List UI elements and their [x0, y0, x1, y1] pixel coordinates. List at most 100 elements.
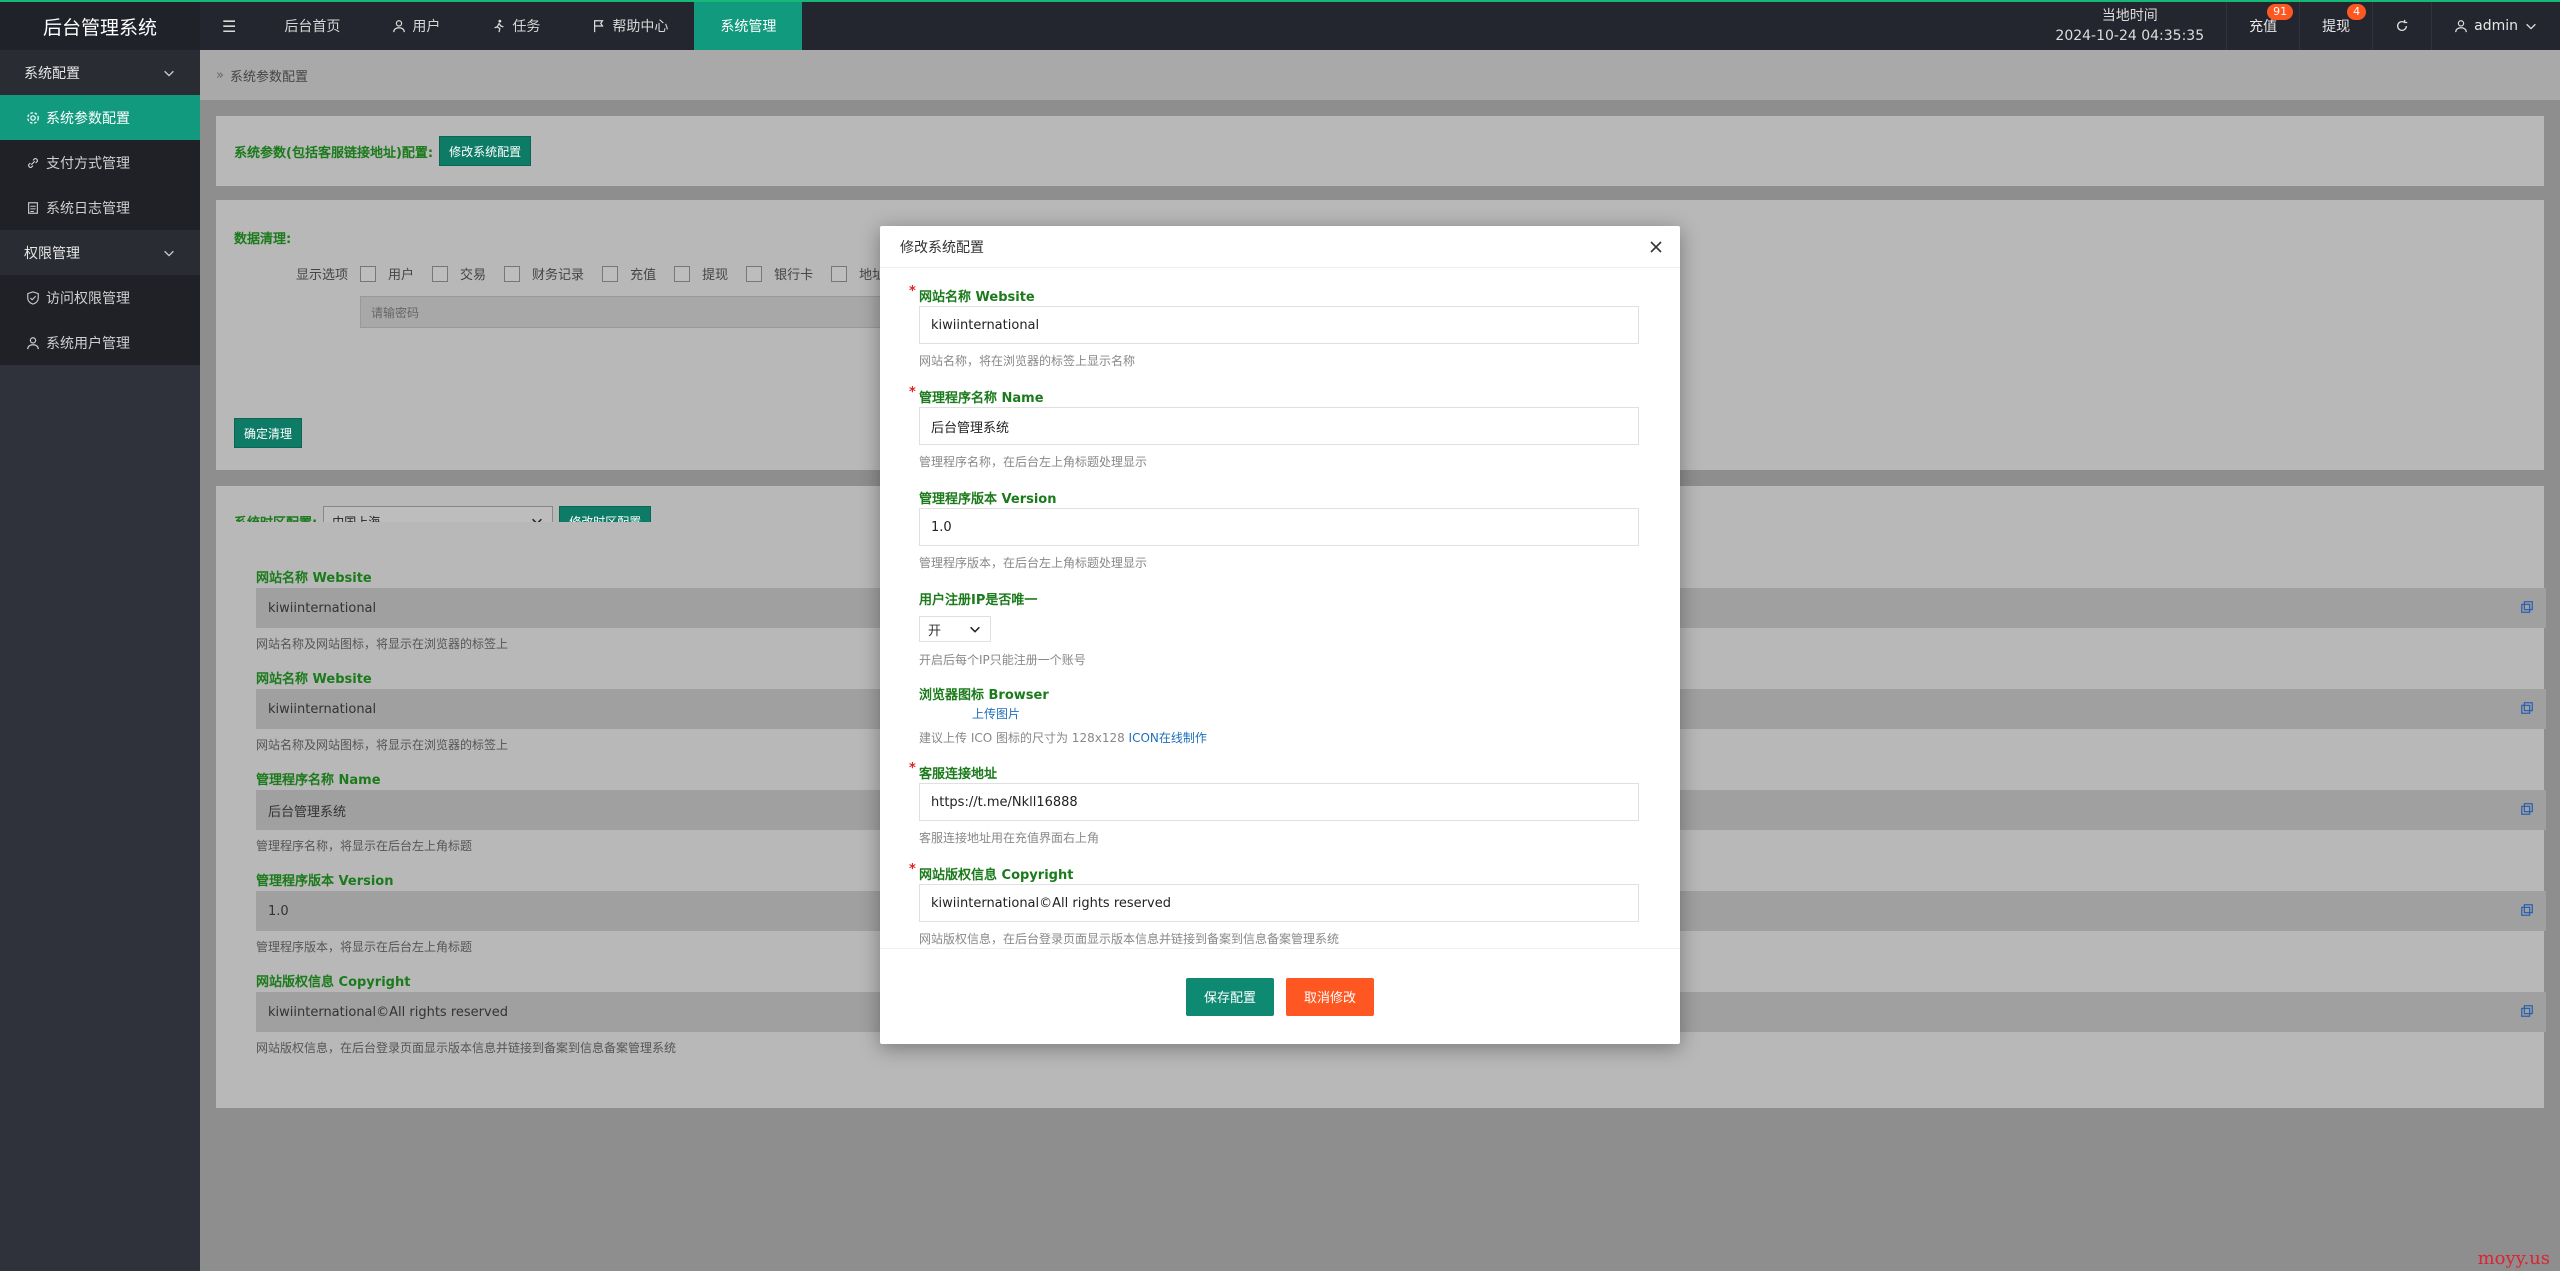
option-bankcard[interactable]: 银行卡	[746, 264, 813, 283]
link-icon	[28, 157, 38, 168]
bg-field-label: 管理程序版本 Version	[256, 874, 394, 889]
bg-field-hint: 管理程序名称，将显示在后台左上角标题	[256, 839, 473, 853]
confirm-cleanup-button[interactable]: 确定清理	[234, 418, 303, 448]
ip-unique-select[interactable]: 开	[919, 616, 991, 642]
ip-unique-label: 用户注册IP是否唯一	[919, 593, 1038, 608]
top-bar: 后台管理系统 ☰ 后台首页 用户 任务 帮助中心 系统管理 当地时间 2024-…	[0, 0, 2560, 50]
option-trade[interactable]: 交易	[432, 264, 486, 283]
bg-field-hint: 网站版权信息，在后台登录页面显示版本信息并链接到备案到信息备案管理系统	[256, 1041, 677, 1055]
icon-online-link[interactable]: ICON在线制作	[1129, 731, 1207, 745]
nav-system[interactable]: 系统管理	[694, 2, 803, 50]
copy-icon[interactable]	[2520, 903, 2534, 917]
nav-home[interactable]: 后台首页	[258, 2, 366, 50]
required-mark: *	[909, 761, 916, 776]
modal-header: 修改系统配置	[880, 226, 1680, 268]
sidebar-group-system-config[interactable]: 系统配置	[0, 50, 200, 95]
user-icon	[393, 20, 406, 33]
bg-field-label: 网站名称 Website	[256, 571, 372, 586]
checkbox[interactable]	[746, 265, 763, 282]
version-label: 管理程序版本 Version	[919, 492, 1057, 507]
user-menu[interactable]: admin	[2431, 2, 2560, 50]
service-url-hint: 客服连接地址用在充值界面右上角	[919, 831, 1100, 845]
option-finance[interactable]: 财务记录	[504, 264, 584, 283]
modal-footer: 保存配置 取消修改	[880, 948, 1680, 1044]
user-icon	[2455, 20, 2467, 33]
required-mark: *	[909, 284, 916, 299]
system-params-label: 系统参数(包括客服链接地址)配置:	[234, 145, 434, 161]
website-input[interactable]: kiwiinternational	[919, 306, 1639, 344]
version-hint: 管理程序版本，在后台左上角标题处理显示	[919, 556, 1148, 570]
required-mark: *	[909, 385, 916, 400]
refresh-icon	[2397, 19, 2408, 32]
chevron-down-icon	[2526, 23, 2536, 30]
name-label: * 管理程序名称 Name	[909, 385, 1044, 406]
sidebar-item-payment[interactable]: 支付方式管理	[0, 140, 200, 185]
watermark: moyy.us	[2477, 1248, 2550, 1269]
sidebar-item-access[interactable]: 访问权限管理	[0, 275, 200, 320]
nav-tasks[interactable]: 任务	[466, 2, 566, 50]
checkbox[interactable]	[674, 265, 691, 282]
ip-unique-hint: 开启后每个IP只能注册一个账号	[919, 653, 1086, 667]
bg-field-hint: 网站名称及网站图标，将显示在浏览器的标签上	[256, 738, 509, 752]
gear-icon	[27, 111, 39, 124]
shield-icon	[27, 290, 39, 305]
edit-system-config-button[interactable]: 修改系统配置	[439, 136, 532, 166]
checkbox[interactable]	[432, 265, 449, 282]
menu-toggle-icon[interactable]: ☰	[200, 2, 258, 50]
option-recharge[interactable]: 充值	[602, 264, 656, 283]
upload-image-link[interactable]: 上传图片	[972, 705, 1020, 722]
copy-icon[interactable]	[2520, 1004, 2534, 1018]
bg-field-label: 网站版权信息 Copyright	[256, 975, 411, 990]
option-withdraw[interactable]: 提现	[674, 264, 728, 283]
copy-icon[interactable]	[2520, 701, 2534, 715]
sidebar: 系统配置 系统参数配置 支付方式管理 系统日志管理 权限管理 访问权限管理 系统…	[0, 50, 200, 1271]
sidebar-item-logs[interactable]: 系统日志管理	[0, 185, 200, 230]
copy-icon[interactable]	[2520, 802, 2534, 816]
chevron-down-icon	[164, 70, 174, 77]
sidebar-item-system-params[interactable]: 系统参数配置	[0, 95, 200, 140]
option-user[interactable]: 用户	[360, 264, 414, 283]
name-input[interactable]: 后台管理系统	[919, 407, 1639, 445]
option-address[interactable]: 地址	[831, 264, 885, 283]
local-time: 当地时间 2024-10-24 04:35:35	[2055, 8, 2205, 44]
flag-icon	[594, 20, 604, 33]
top-nav: ☰ 后台首页 用户 任务 帮助中心 系统管理	[200, 2, 803, 50]
top-right-area: 当地时间 2024-10-24 04:35:35 充值 91 提现 4 admi…	[2033, 2, 2560, 50]
copyright-hint: 网站版权信息，在后台登录页面显示版本信息并链接到备案到信息备案管理系统	[919, 932, 1340, 946]
checkbox[interactable]	[602, 265, 619, 282]
withdraw-badge: 4	[2347, 4, 2367, 20]
modal-title: 修改系统配置	[900, 239, 984, 256]
sidebar-item-sys-users[interactable]: 系统用户管理	[0, 320, 200, 365]
cancel-edit-button[interactable]: 取消修改	[1286, 977, 1375, 1016]
nav-users[interactable]: 用户	[366, 2, 466, 50]
withdraw-button[interactable]: 提现 4	[2299, 2, 2372, 50]
checkbox[interactable]	[360, 265, 377, 282]
user-icon	[27, 336, 39, 349]
version-input[interactable]: 1.0	[919, 508, 1639, 546]
refresh-button[interactable]	[2372, 2, 2431, 50]
service-url-input[interactable]: https://t.me/Nkll16888	[919, 783, 1639, 821]
sidebar-group-permissions[interactable]: 权限管理	[0, 230, 200, 275]
checkbox[interactable]	[831, 265, 848, 282]
copyright-input[interactable]: kiwiinternational©All rights reserved	[919, 884, 1639, 922]
data-cleanup-label: 数据清理:	[234, 232, 292, 247]
bg-field-label: 网站名称 Website	[256, 672, 372, 687]
checkbox[interactable]	[504, 265, 521, 282]
bg-field-hint: 网站名称及网站图标，将显示在浏览器的标签上	[256, 637, 509, 651]
copy-icon[interactable]	[2520, 600, 2534, 614]
copyright-label: * 网站版权信息 Copyright	[909, 862, 1074, 883]
recharge-button[interactable]: 充值 91	[2226, 2, 2299, 50]
save-config-button[interactable]: 保存配置	[1185, 977, 1274, 1016]
close-icon[interactable]	[1648, 239, 1664, 255]
website-label: * 网站名称 Website	[909, 284, 1035, 305]
required-mark: *	[909, 862, 916, 877]
browser-icon-label: 浏览器图标 Browser	[919, 688, 1049, 703]
service-url-label: * 客服连接地址	[909, 761, 998, 782]
modal-body: * 网站名称 Website kiwiinternational 网站名称，将在浏…	[880, 268, 1680, 948]
system-params-panel: 系统参数(包括客服链接地址)配置: 修改系统配置	[216, 116, 2544, 186]
nav-help[interactable]: 帮助中心	[566, 2, 694, 50]
chevron-down-icon	[164, 250, 174, 257]
recharge-badge: 91	[2267, 4, 2294, 20]
website-hint: 网站名称，将在浏览器的标签上显示名称	[919, 354, 1136, 368]
name-hint: 管理程序名称，在后台左上角标题处理显示	[919, 455, 1148, 469]
